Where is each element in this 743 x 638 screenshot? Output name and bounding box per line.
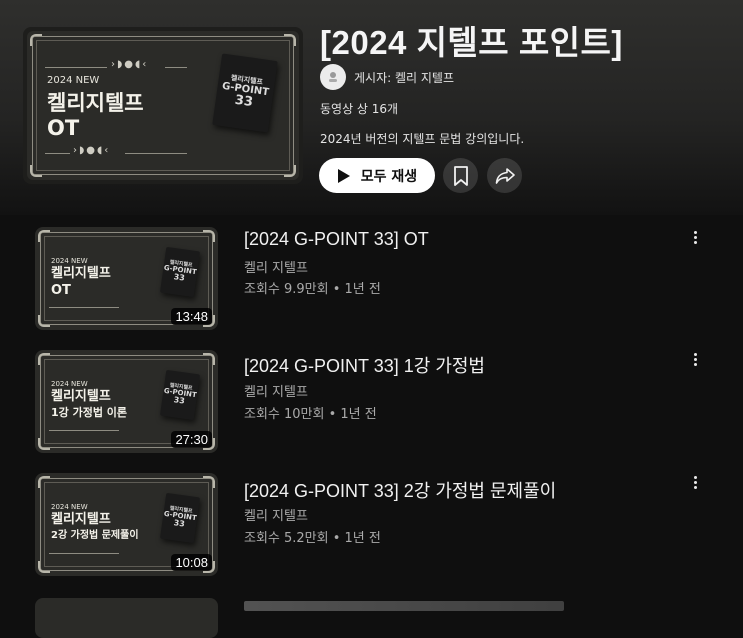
duration-badge: 27:30 xyxy=(171,431,212,448)
ornament: ›◗●◖‹ xyxy=(111,59,149,70)
more-vert-icon[interactable] xyxy=(688,473,702,491)
share-icon xyxy=(495,167,515,184)
bookmark-icon xyxy=(453,165,468,186)
play-icon xyxy=(337,168,350,183)
duration-badge: 13:48 xyxy=(171,308,212,325)
playlist-title: [2024 지텔프 포인트] xyxy=(320,24,623,61)
book-cover-image: 켈리지텔프 G-POINT 33 xyxy=(212,53,278,133)
video-stats: 조회수 5.2만회 • 1년 전 xyxy=(244,531,381,546)
uploader-row[interactable]: 게시자: 켈리 지텔프 xyxy=(320,64,454,90)
video-thumbnail[interactable]: 2024 NEW 켈리지텔프 1강 가정법 이론 켈리지텔프 G-POINT 3… xyxy=(35,350,218,453)
video-title[interactable]: [2024 G-POINT 33] OT xyxy=(244,229,429,250)
playlist-description: 2024년 버전의 지텔프 문법 강의입니다. xyxy=(320,132,525,146)
ornament: ›◗●◖‹ xyxy=(73,145,111,156)
channel-name[interactable]: 켈리 지텔프 xyxy=(244,381,308,400)
play-all-button[interactable]: 모두 재생 xyxy=(319,158,435,193)
more-vert-icon[interactable] xyxy=(688,228,702,246)
video-title-partial xyxy=(244,601,564,611)
video-stats: 조회수 9.9만회 • 1년 전 xyxy=(244,282,381,297)
video-title[interactable]: [2024 G-POINT 33] 2강 가정법 문제풀이 xyxy=(244,477,556,503)
video-title[interactable]: [2024 G-POINT 33] 1강 가정법 xyxy=(244,352,485,378)
book-cover-image: 켈리지텔프 G-POINT 33 xyxy=(159,369,201,421)
more-vert-icon[interactable] xyxy=(688,350,702,368)
uploader-label[interactable]: 게시자: 켈리 지텔프 xyxy=(354,69,454,86)
share-button[interactable] xyxy=(487,158,522,193)
channel-avatar[interactable] xyxy=(320,64,346,90)
cover-title-line2: OT xyxy=(47,116,80,140)
video-count: 동영상 상 16개 xyxy=(320,102,399,116)
save-playlist-button[interactable] xyxy=(443,158,478,193)
video-thumbnail[interactable] xyxy=(35,598,218,638)
book-cover-image: 켈리지텔프 G-POINT 33 xyxy=(159,246,201,298)
channel-name[interactable]: 켈리 지텔프 xyxy=(244,505,308,524)
video-thumbnail[interactable]: 2024 NEW 켈리지텔프 2강 가정법 문제풀이 켈리지텔프 G-POINT… xyxy=(35,473,218,576)
video-thumbnail[interactable]: 2024 NEW 켈리지텔프 OT 켈리지텔프 G-POINT 33 13:48 xyxy=(35,227,218,330)
duration-badge: 10:08 xyxy=(171,554,212,571)
video-stats: 조회수 10만회 • 1년 전 xyxy=(244,407,377,422)
playlist-cover-thumbnail[interactable]: ›◗●◖‹ 2024 NEW 켈리지텔프 OT ›◗●◖‹ 켈리지텔프 G-PO… xyxy=(23,27,303,184)
play-all-label: 모두 재생 xyxy=(360,168,418,185)
book-cover-image: 켈리지텔프 G-POINT 33 xyxy=(159,492,201,544)
channel-name[interactable]: 켈리 지텔프 xyxy=(244,257,308,276)
cover-year: 2024 NEW xyxy=(47,75,100,86)
cover-title-line1: 켈리지텔프 xyxy=(47,91,144,115)
